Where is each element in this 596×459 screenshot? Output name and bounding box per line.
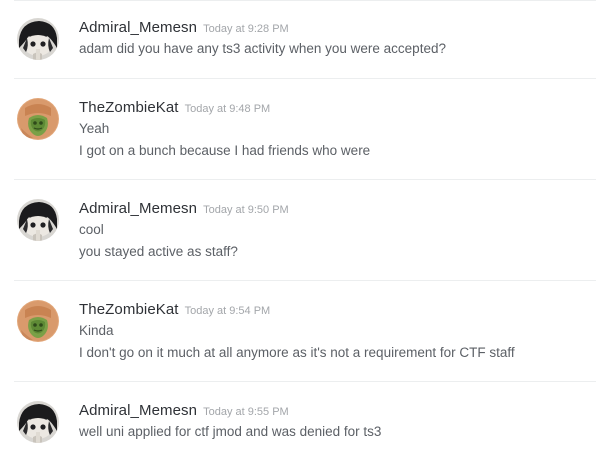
timestamp: Today at 9:48 PM xyxy=(184,103,271,115)
zombie-cat-avatar-icon xyxy=(17,300,59,342)
message-group: TheZombieKat Today at 9:48 PM Yeah I got … xyxy=(0,98,596,179)
message-header: Admiral_Memesn Today at 9:55 PM xyxy=(79,402,289,420)
message-text: Yeah xyxy=(79,121,110,136)
message-header: TheZombieKat Today at 9:48 PM xyxy=(79,99,270,117)
message-text: I got on a bunch because I had friends w… xyxy=(79,143,371,158)
message-group: TheZombieKat Today at 9:54 PM Kinda I don… xyxy=(0,300,596,381)
avatar[interactable] xyxy=(17,300,59,342)
avatar[interactable] xyxy=(17,401,59,443)
message-divider xyxy=(14,381,596,382)
avatar[interactable] xyxy=(17,18,59,60)
username[interactable]: Admiral_Memesn xyxy=(79,19,197,36)
dark-haired-character-avatar-icon xyxy=(17,18,59,60)
message-text: well uni applied for ctf jmod and was de… xyxy=(79,424,382,439)
username[interactable]: Admiral_Memesn xyxy=(79,200,197,217)
username[interactable]: Admiral_Memesn xyxy=(79,402,197,419)
timestamp: Today at 9:54 PM xyxy=(184,305,271,317)
username[interactable]: TheZombieKat xyxy=(79,301,179,318)
avatar[interactable] xyxy=(17,199,59,241)
message-divider xyxy=(14,78,596,79)
message-group: Admiral_Memesn Today at 9:55 PM well uni … xyxy=(0,401,596,459)
dark-haired-character-avatar-icon xyxy=(17,401,59,443)
message-group: Admiral_Memesn Today at 9:50 PM cool you … xyxy=(0,199,596,280)
chat-log: Admiral_Memesn Today at 9:28 PM adam did … xyxy=(0,0,596,459)
dark-haired-character-avatar-icon xyxy=(17,199,59,241)
message-header: Admiral_Memesn Today at 9:28 PM xyxy=(79,19,289,37)
message-text: adam did you have any ts3 activity when … xyxy=(79,41,446,56)
zombie-cat-avatar-icon xyxy=(17,98,59,140)
message-header: Admiral_Memesn Today at 9:50 PM xyxy=(79,200,289,218)
message-text: Kinda xyxy=(79,323,114,338)
message-divider xyxy=(14,179,596,180)
timestamp: Today at 9:50 PM xyxy=(203,204,289,216)
avatar[interactable] xyxy=(17,98,59,140)
message-text: you stayed active as staff? xyxy=(79,244,238,259)
message-divider xyxy=(14,0,596,1)
username[interactable]: TheZombieKat xyxy=(79,99,179,116)
message-group: Admiral_Memesn Today at 9:28 PM adam did … xyxy=(0,18,596,79)
message-header: TheZombieKat Today at 9:54 PM xyxy=(79,301,270,319)
message-divider xyxy=(14,280,596,281)
message-text: cool xyxy=(79,222,104,237)
message-text: I don't go on it much at all anymore as … xyxy=(79,345,515,360)
timestamp: Today at 9:28 PM xyxy=(203,23,289,35)
timestamp: Today at 9:55 PM xyxy=(203,406,289,418)
